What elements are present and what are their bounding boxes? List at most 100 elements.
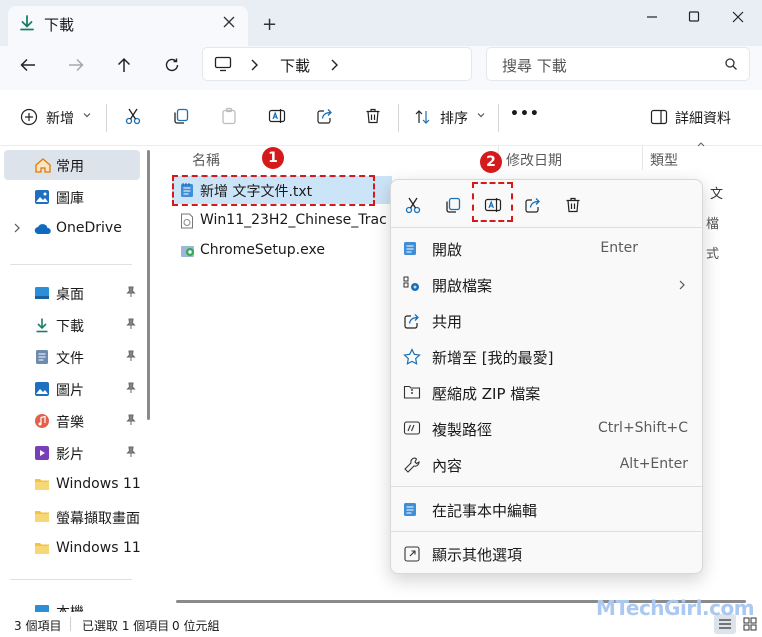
menu-item-add-favorites[interactable]: 新增至 [我的最愛] bbox=[391, 340, 702, 374]
sort-button[interactable]: 排序 bbox=[440, 108, 468, 128]
menu-item-open-with[interactable]: 開啟檔案 bbox=[391, 268, 702, 302]
menu-label: 開啟 bbox=[432, 241, 463, 259]
more-options-button[interactable]: ••• bbox=[510, 106, 540, 122]
menu-item-share[interactable]: 共用 bbox=[391, 304, 702, 338]
menu-shortcut: Ctrl+Shift+C bbox=[598, 420, 688, 436]
nav-item-videos[interactable]: 影片 bbox=[4, 438, 140, 468]
menu-delete-button[interactable] bbox=[558, 190, 588, 220]
cut-icon bbox=[404, 196, 422, 214]
download-icon bbox=[18, 14, 36, 32]
menu-item-show-more-options[interactable]: 顯示其他選項 bbox=[391, 537, 702, 571]
chevron-down-icon[interactable] bbox=[476, 110, 486, 120]
nav-item-downloads[interactable]: 下載 bbox=[4, 310, 140, 340]
back-arrow-icon[interactable] bbox=[18, 56, 38, 74]
cut-icon[interactable] bbox=[124, 107, 142, 125]
tab-title: 下載 bbox=[44, 16, 75, 34]
nav-label: Windows 11 bbox=[56, 540, 140, 556]
status-size: 0 位元組 bbox=[172, 619, 220, 633]
new-button[interactable]: 新增 bbox=[46, 108, 74, 128]
annotation-badge-1: 1 bbox=[262, 147, 284, 169]
gallery-icon bbox=[34, 189, 50, 205]
menu-item-properties[interactable]: 內容 Alt+Enter bbox=[391, 448, 702, 482]
nav-item-documents[interactable]: 文件 bbox=[4, 342, 140, 372]
refresh-icon[interactable] bbox=[163, 56, 181, 74]
sort-icon[interactable] bbox=[414, 108, 432, 126]
tab-close-icon[interactable] bbox=[222, 15, 236, 29]
menu-separator bbox=[391, 486, 702, 487]
copy-icon[interactable] bbox=[172, 107, 190, 125]
chevron-right-icon bbox=[678, 279, 686, 291]
forward-arrow-icon[interactable] bbox=[66, 56, 86, 74]
details-pane-icon[interactable] bbox=[650, 109, 668, 125]
menu-item-open[interactable]: 開啟 Enter bbox=[391, 232, 702, 266]
chevron-right-icon[interactable] bbox=[248, 58, 260, 72]
chevron-up-icon[interactable] bbox=[696, 140, 706, 148]
nav-label: 圖片 bbox=[56, 383, 84, 399]
nav-label: Windows 11 bbox=[56, 476, 140, 492]
nav-label: 常用 bbox=[56, 159, 84, 175]
nav-item-folder-windows11[interactable]: Windows 11 bbox=[4, 470, 140, 500]
nav-label: OneDrive bbox=[56, 220, 122, 236]
details-button[interactable]: 詳細資料 bbox=[675, 108, 731, 128]
menu-item-compress-zip[interactable]: 壓縮成 ZIP 檔案 bbox=[391, 376, 702, 410]
nav-item-onedrive[interactable]: OneDrive bbox=[4, 214, 140, 244]
menu-label: 顯示其他選項 bbox=[432, 546, 523, 564]
nav-item-this-pc[interactable]: 本機 bbox=[4, 598, 140, 612]
nav-item-folder-screenshots[interactable]: 螢幕擷取畫面 bbox=[4, 502, 140, 532]
delete-icon[interactable] bbox=[364, 107, 382, 125]
pin-icon bbox=[126, 350, 136, 362]
nav-divider bbox=[10, 579, 132, 580]
new-tab-button[interactable]: + bbox=[262, 14, 277, 35]
menu-label: 新增至 [我的最愛] bbox=[432, 349, 554, 367]
nav-item-home[interactable]: 常用 bbox=[4, 150, 140, 180]
column-header-type[interactable]: 類型 bbox=[650, 150, 678, 170]
nav-item-folder-windows11-2[interactable]: Windows 11 bbox=[4, 534, 140, 564]
pin-icon bbox=[126, 382, 136, 394]
chevron-down-icon[interactable] bbox=[82, 110, 92, 120]
nav-item-gallery[interactable]: 圖庫 bbox=[4, 182, 140, 212]
video-icon bbox=[34, 445, 50, 461]
file-name: ChromeSetup.exe bbox=[200, 242, 325, 258]
new-plus-icon[interactable] bbox=[20, 108, 38, 126]
nav-item-music[interactable]: 音樂 bbox=[4, 406, 140, 436]
maximize-icon[interactable] bbox=[682, 8, 706, 26]
toolbar-divider bbox=[398, 104, 399, 132]
nav-scrollbar[interactable] bbox=[147, 150, 150, 420]
menu-label: 複製路徑 bbox=[432, 421, 493, 439]
file-name: Win11_23H2_Chinese_Trac bbox=[200, 212, 387, 228]
column-header-name[interactable]: 名稱 bbox=[192, 150, 220, 170]
nav-item-desktop[interactable]: 桌面 bbox=[4, 278, 140, 308]
nav-item-pictures[interactable]: 圖片 bbox=[4, 374, 140, 404]
nav-divider bbox=[10, 264, 132, 265]
notepad-icon bbox=[403, 501, 417, 517]
folder-icon bbox=[34, 509, 50, 523]
desktop-icon bbox=[34, 285, 50, 301]
pin-icon bbox=[126, 414, 136, 426]
onedrive-cloud-icon bbox=[34, 223, 52, 235]
copy-path-icon bbox=[403, 420, 421, 436]
menu-label: 開啟檔案 bbox=[432, 277, 493, 295]
annotation-box-rename bbox=[472, 182, 513, 222]
up-arrow-icon[interactable] bbox=[114, 55, 134, 75]
column-header-modified[interactable]: 修改日期 bbox=[506, 150, 562, 170]
menu-item-edit-notepad[interactable]: 在記事本中編輯 bbox=[391, 493, 702, 527]
menu-label: 內容 bbox=[432, 457, 463, 475]
toolbar-divider bbox=[498, 104, 499, 132]
menu-cut-button[interactable] bbox=[398, 190, 428, 220]
menu-label: 共用 bbox=[432, 313, 463, 331]
search-icon[interactable] bbox=[724, 57, 738, 71]
menu-item-copy-path[interactable]: 複製路徑 Ctrl+Shift+C bbox=[391, 412, 702, 446]
share-icon[interactable] bbox=[316, 107, 334, 125]
menu-copy-button[interactable] bbox=[438, 190, 468, 220]
toolbar-divider bbox=[106, 104, 107, 132]
minimize-icon[interactable] bbox=[640, 8, 664, 26]
chevron-right-icon[interactable] bbox=[328, 58, 340, 72]
breadcrumb-downloads[interactable]: 下載 bbox=[280, 55, 310, 76]
file-row-iso[interactable]: Win11_23H2_Chinese_Trac bbox=[178, 208, 390, 234]
open-with-icon bbox=[403, 276, 421, 292]
menu-shortcut: Enter bbox=[600, 240, 638, 256]
menu-share-button[interactable] bbox=[518, 190, 548, 220]
close-window-icon[interactable] bbox=[726, 8, 750, 26]
rename-icon[interactable] bbox=[268, 107, 286, 125]
paste-icon[interactable] bbox=[220, 107, 238, 125]
